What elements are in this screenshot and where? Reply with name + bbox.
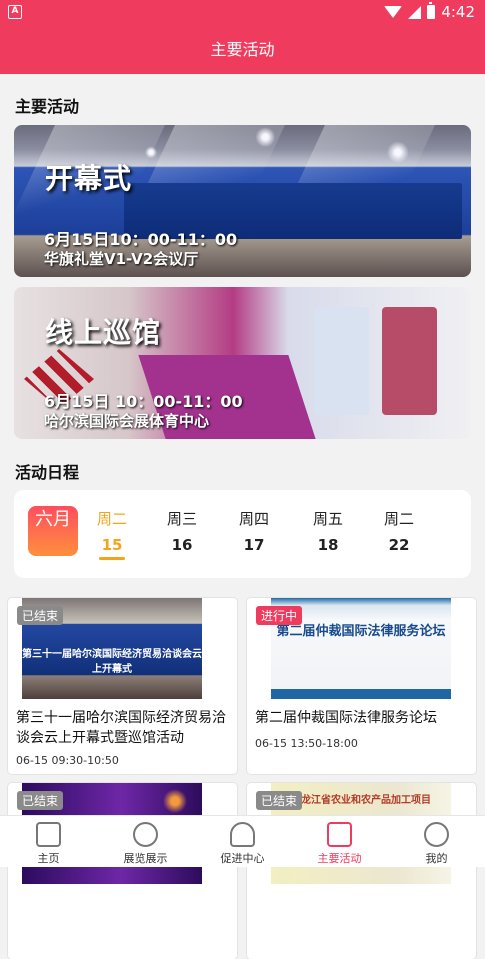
thumbnail-text: 第三十一届哈尔滨国际经济贸易洽谈会云上开幕式 (22, 649, 202, 675)
weekday-label: 周二 (96, 510, 127, 528)
banner-time: 6月15日10：00-11：00 (44, 230, 238, 249)
weekday-label: 周三 (166, 510, 197, 528)
banner-venue: 哈尔滨国际会展体育中心 (44, 412, 210, 430)
event-time: 06-15 09:30-10:50 (16, 754, 119, 767)
event-time: 06-15 13:50-18:00 (255, 737, 358, 750)
date-label: 22 (388, 536, 410, 554)
banner-time: 6月15日 10：00-11：00 (44, 392, 243, 411)
schedule-card: 六月 周二 15 周三 16 周四 17 周五 18 周二 22 (14, 490, 471, 578)
activities-section-title: 主要活动 (15, 97, 80, 116)
day-tab-15[interactable]: 周二 15 (87, 508, 137, 560)
nav-exhibition[interactable]: 展览展示 (97, 816, 194, 868)
status-time: 4:42 (441, 3, 475, 21)
day-tab-18[interactable]: 周五 18 (303, 508, 353, 554)
status-badge: 已结束 (256, 791, 303, 810)
bottom-navigation: 主页 展览展示 促进中心 主要活动 我的 (0, 815, 485, 867)
battery-icon (427, 2, 436, 19)
activity-icon (327, 822, 352, 847)
exhibition-stand (314, 307, 369, 415)
banner-venue: 华旗礼堂V1-V2会议厅 (44, 250, 199, 268)
profile-icon (424, 822, 449, 847)
event-title: 第二届仲裁国际法律服务论坛 (255, 710, 437, 726)
status-bar: A 4:42 (0, 0, 485, 26)
event-title: 第三十一届哈尔滨国际经济贸易洽谈会云上开幕式暨巡馆活动 (16, 710, 226, 746)
exhibition-stand (382, 307, 437, 415)
event-card[interactable]: 黑龙江省农业和农产品加工项目 已结束 (247, 783, 476, 959)
weekday-label: 周四 (238, 510, 269, 528)
day-tab-22[interactable]: 周二 22 (374, 508, 424, 554)
event-card[interactable]: 已结束 (8, 783, 237, 959)
online-tour-banner[interactable]: 线上巡馆 6月15日 10：00-11：00 哈尔滨国际会展体育中心 (14, 287, 471, 439)
status-badge: 已结束 (17, 606, 64, 625)
nav-label: 主要活动 (317, 852, 362, 865)
weekday-label: 周二 (383, 510, 414, 528)
status-badge: 已结束 (17, 791, 64, 810)
opening-ceremony-banner[interactable]: 开幕式 6月15日10：00-11：00 华旗礼堂V1-V2会议厅 (14, 125, 471, 277)
nav-label: 我的 (425, 852, 448, 865)
wifi-icon (384, 6, 403, 18)
page-header: 主要活动 (0, 26, 485, 74)
nav-label: 促进中心 (220, 852, 265, 865)
active-day-indicator (99, 557, 125, 560)
page-title: 主要活动 (210, 40, 275, 59)
status-notification-icon: A (8, 5, 22, 19)
nav-label: 展览展示 (123, 852, 168, 865)
exhibition-icon (133, 822, 158, 847)
weekday-label: 周五 (312, 510, 343, 528)
status-badge: 进行中 (256, 606, 303, 625)
date-label: 17 (243, 536, 265, 554)
banner-title: 线上巡馆 (45, 316, 162, 349)
event-card[interactable]: 第三十一届哈尔滨国际经济贸易洽谈会云上开幕式 已结束 第三十一届哈尔滨国际经济贸… (8, 598, 237, 774)
nav-home[interactable]: 主页 (0, 816, 97, 868)
date-label: 18 (317, 536, 339, 554)
home-icon (36, 822, 61, 847)
date-label: 16 (171, 536, 193, 554)
status-icons: 4:42 (384, 2, 475, 21)
date-label: 15 (101, 536, 123, 554)
signal-icon (408, 5, 422, 19)
nav-promotion[interactable]: 促进中心 (194, 816, 291, 868)
day-tab-17[interactable]: 周四 17 (229, 508, 279, 554)
banner-title: 开幕式 (45, 162, 133, 195)
nav-activities[interactable]: 主要活动 (291, 816, 388, 868)
promotion-icon (230, 822, 255, 847)
schedule-section-title: 活动日程 (15, 463, 80, 482)
event-card[interactable]: 第二届仲裁国际法律服务论坛 进行中 第二届仲裁国际法律服务论坛 06-15 13… (247, 598, 476, 774)
nav-profile[interactable]: 我的 (388, 816, 485, 868)
month-badge: 六月 (28, 506, 78, 556)
day-tab-16[interactable]: 周三 16 (157, 508, 207, 554)
nav-label: 主页 (37, 852, 60, 865)
